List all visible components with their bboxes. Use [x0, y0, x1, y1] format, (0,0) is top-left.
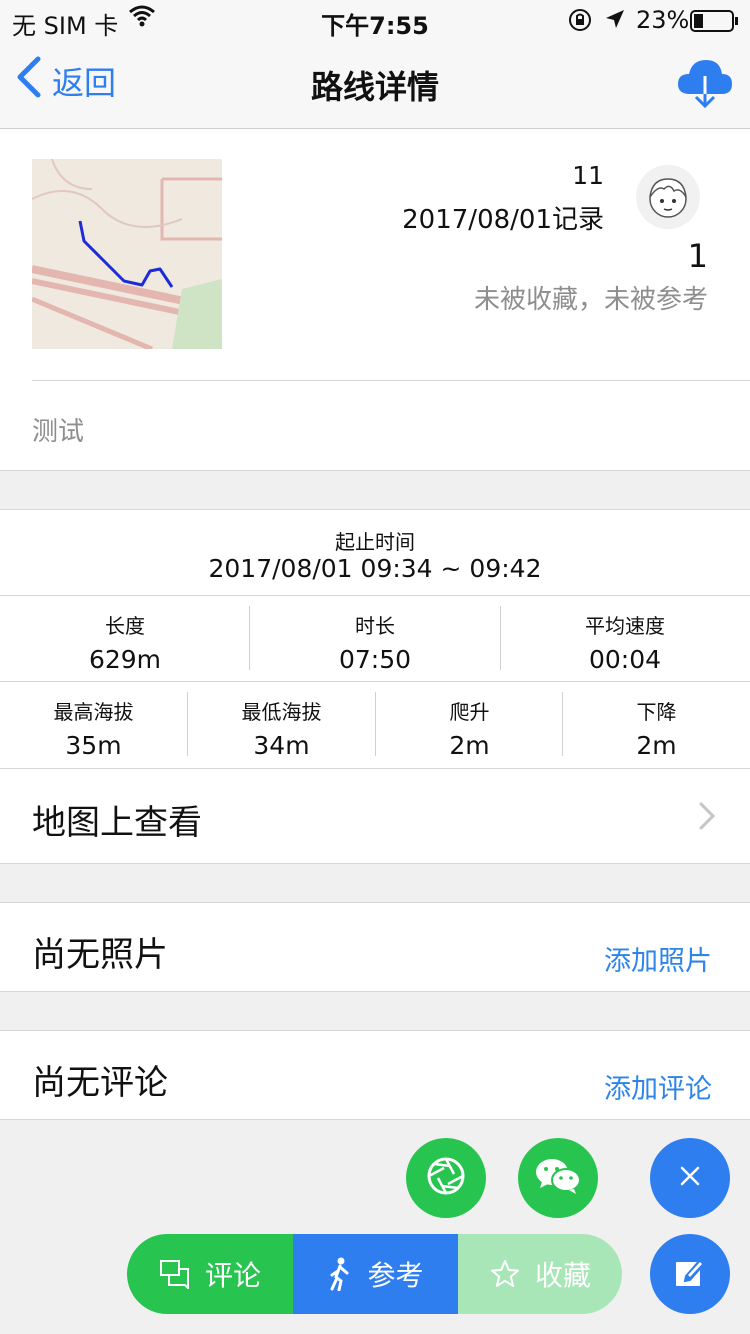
record-date: 2017/08/01记录 — [402, 205, 604, 235]
metric-descent: 下降 2m — [563, 696, 750, 760]
cloud-download-icon[interactable] — [676, 56, 734, 114]
divider — [0, 1119, 750, 1120]
comment-icon — [159, 1259, 191, 1289]
photos-section: 尚无照片 添加照片 — [0, 903, 750, 991]
wechat-share-button[interactable] — [518, 1138, 598, 1218]
metric-label: 最高海拔 — [53, 700, 134, 724]
close-icon — [679, 1165, 701, 1191]
metric-value: 2m — [636, 731, 677, 760]
route-map-thumbnail[interactable] — [32, 159, 222, 349]
route-summary-card: 11 2017/08/01记录 1 未被收藏，未被参考 测试 — [0, 129, 750, 470]
status-bar: 无 SIM 卡 下午7:55 23% — [0, 0, 750, 40]
location-arrow-icon — [604, 8, 626, 36]
favorite-button[interactable]: 收藏 — [458, 1234, 622, 1314]
walking-person-icon — [327, 1257, 353, 1291]
favorite-label: 收藏 — [534, 1259, 591, 1292]
metric-duration: 时长 07:50 — [250, 610, 500, 674]
divider — [0, 595, 750, 596]
star-icon — [489, 1258, 521, 1290]
metric-value: 629m — [88, 645, 162, 674]
metric-label: 下降 — [636, 700, 677, 724]
photos-title: 尚无照片 — [32, 935, 168, 975]
metric-avg-speed: 平均速度 00:04 — [500, 610, 750, 674]
metric-label: 爬升 — [449, 700, 490, 724]
time-range-value: 2017/08/01 09:34 ~ 09:42 — [208, 554, 542, 583]
metric-value: 00:04 — [588, 645, 662, 674]
page-title: 路线详情 — [310, 68, 439, 106]
navigation-bar: 返回 路线详情 — [0, 40, 750, 129]
chevron-right-icon — [698, 801, 716, 835]
route-description: 测试 — [32, 417, 85, 447]
metric-value: 34m — [253, 731, 310, 760]
metric-min-altitude: 最低海拔 34m — [188, 696, 375, 760]
add-comment-button[interactable]: 添加评论 — [604, 1067, 712, 1106]
metric-value: 2m — [449, 731, 490, 760]
metric-value: 07:50 — [338, 645, 412, 674]
view-on-map-row[interactable]: 地图上查看 — [0, 769, 750, 863]
route-stats-card: 起止时间 2017/08/01 09:34 ~ 09:42 长度 629m 时长… — [0, 510, 750, 768]
metric-label: 最低海拔 — [241, 700, 322, 724]
comments-section: 尚无评论 添加评论 — [0, 1031, 750, 1119]
view-on-map-label: 地图上查看 — [32, 803, 202, 843]
comments-title: 尚无评论 — [32, 1063, 168, 1103]
route-number: 11 — [572, 161, 604, 190]
comment-button[interactable]: 评论 — [127, 1234, 293, 1314]
battery-icon — [690, 10, 740, 38]
add-photo-button[interactable]: 添加照片 — [604, 939, 712, 978]
metric-value: 35m — [65, 731, 122, 760]
reference-label: 参考 — [367, 1259, 424, 1292]
metric-max-altitude: 最高海拔 35m — [0, 696, 187, 760]
avatar[interactable] — [636, 165, 700, 229]
divider — [32, 380, 750, 381]
wechat-icon — [534, 1156, 582, 1200]
divider — [0, 863, 750, 864]
divider — [0, 681, 750, 682]
edit-button[interactable] — [650, 1234, 730, 1314]
route-count: 1 — [687, 237, 708, 275]
metric-label: 长度 — [105, 614, 145, 638]
metric-length: 长度 629m — [0, 610, 250, 674]
aperture-icon — [424, 1154, 468, 1202]
comment-label: 评论 — [204, 1259, 261, 1292]
collect-status: 未被收藏，未被参考 — [473, 285, 708, 315]
edit-icon — [672, 1254, 708, 1294]
moments-share-button[interactable] — [406, 1138, 486, 1218]
metric-label: 平均速度 — [585, 614, 665, 638]
battery-percent: 23% — [636, 6, 690, 34]
divider — [0, 470, 750, 471]
time-range-label: 起止时间 — [335, 530, 415, 554]
orientation-lock-icon — [568, 8, 592, 38]
metric-climb: 爬升 2m — [376, 696, 563, 760]
divider — [0, 991, 750, 992]
metric-label: 时长 — [355, 614, 395, 638]
action-pill: 评论 参考 收藏 — [127, 1234, 622, 1314]
close-menu-button[interactable] — [650, 1138, 730, 1218]
reference-button[interactable]: 参考 — [293, 1234, 458, 1314]
